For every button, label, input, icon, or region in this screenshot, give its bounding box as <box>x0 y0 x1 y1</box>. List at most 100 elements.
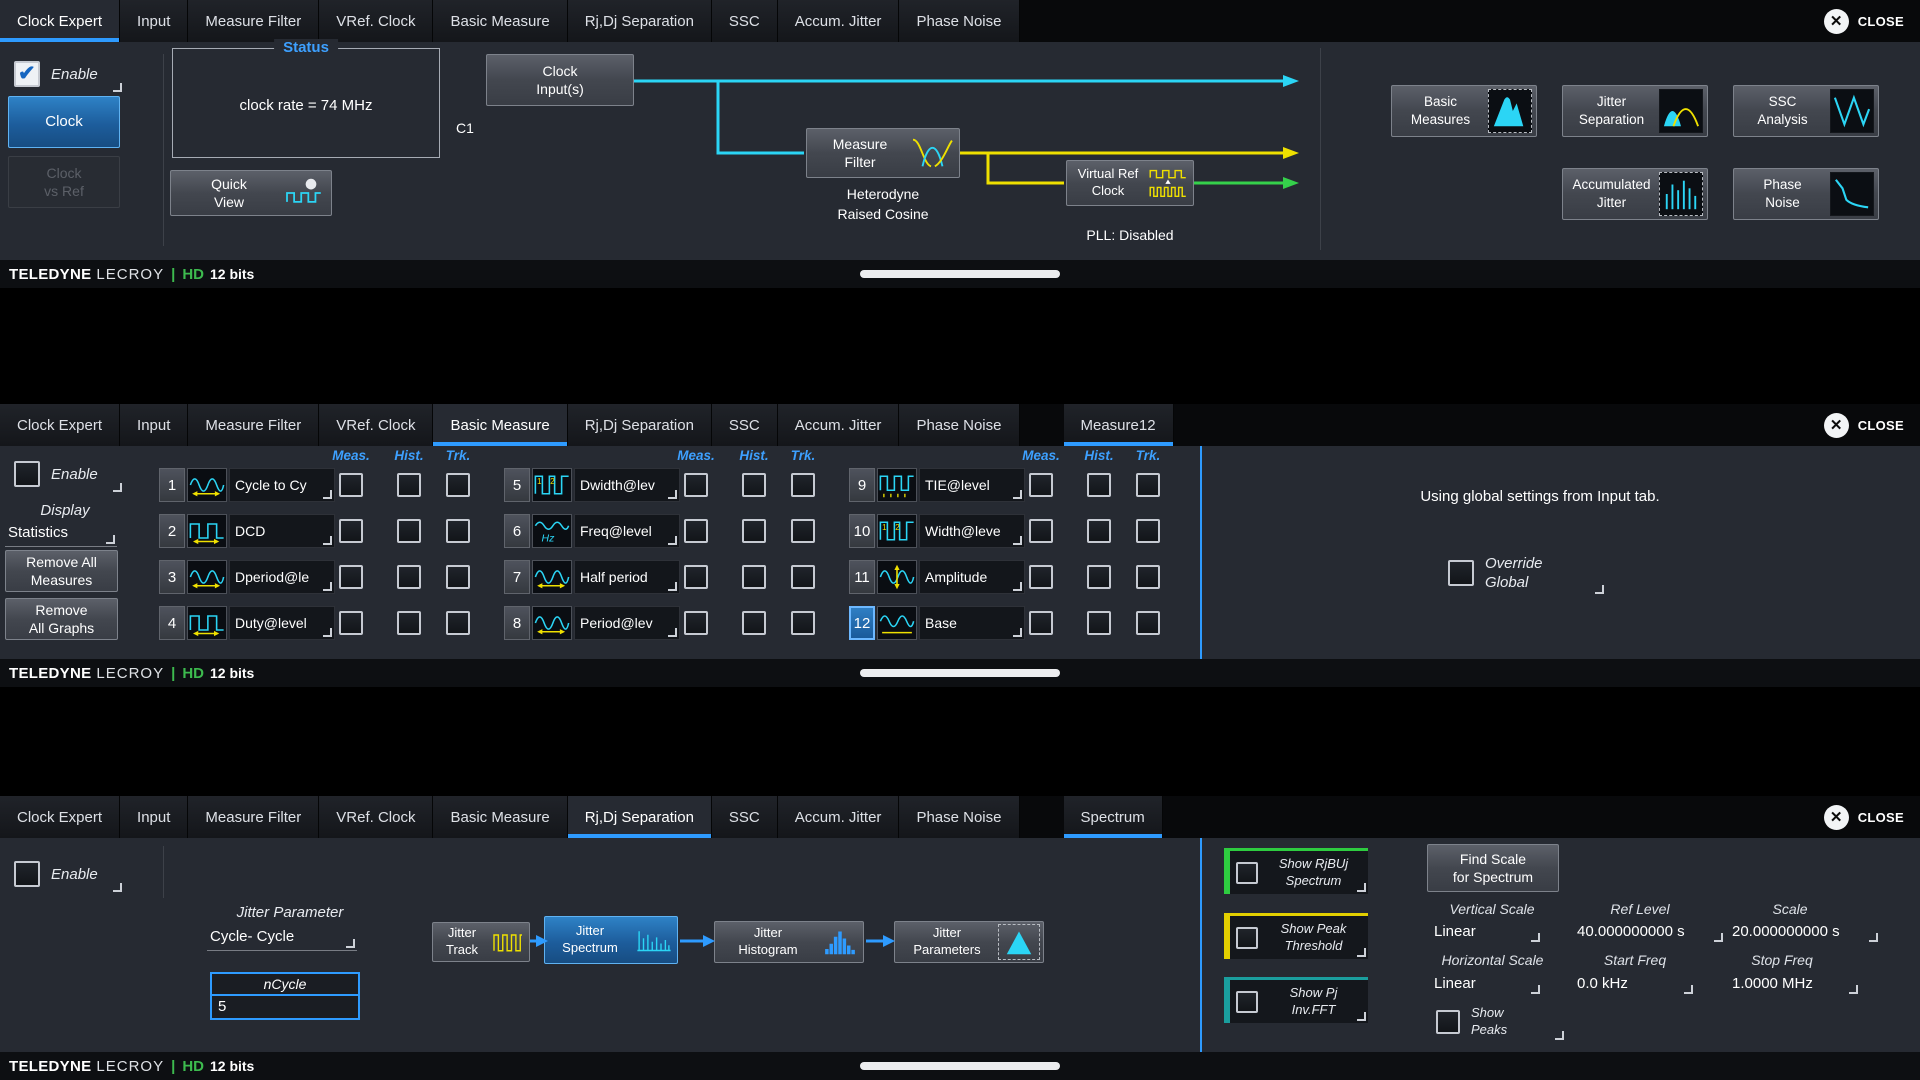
tab-accum-jitter[interactable]: Accum. Jitter <box>778 404 900 446</box>
meas-checkbox[interactable] <box>339 565 363 589</box>
trk-checkbox[interactable] <box>791 519 815 543</box>
measure-number[interactable]: 11 <box>849 560 875 594</box>
jitter-track-button[interactable]: Jitter Track <box>432 922 530 962</box>
basic-measures-button[interactable]: Basic Measures <box>1391 85 1537 137</box>
hist-checkbox[interactable] <box>1087 519 1111 543</box>
ref-level-value[interactable]: 40.000000000 s <box>1575 922 1725 944</box>
meas-checkbox[interactable] <box>1029 565 1053 589</box>
measure-number[interactable]: 3 <box>159 560 185 594</box>
tab-phase-noise[interactable]: Phase Noise <box>899 404 1019 446</box>
trk-checkbox[interactable] <box>791 611 815 635</box>
remove-all-graphs-button[interactable]: Remove All Graphs <box>5 598 118 640</box>
ssc-analysis-button[interactable]: SSC Analysis <box>1733 85 1879 137</box>
show-peak-threshold-checkbox[interactable] <box>1236 927 1258 949</box>
find-scale-button[interactable]: Find Scale for Spectrum <box>1427 844 1559 892</box>
tab-measure-filter[interactable]: Measure Filter <box>188 796 319 838</box>
measure-name-dropdown[interactable]: Period@lev <box>574 606 680 640</box>
measure-name-dropdown[interactable]: Dperiod@le <box>229 560 335 594</box>
statistics-dropdown[interactable]: Statistics <box>5 522 117 547</box>
hist-checkbox[interactable] <box>1087 565 1111 589</box>
trk-checkbox[interactable] <box>1136 519 1160 543</box>
close-icon[interactable]: ✕ <box>1824 413 1849 438</box>
measure-name-dropdown[interactable]: Cycle to Cy <box>229 468 335 502</box>
measure-name-dropdown[interactable]: Base <box>919 606 1025 640</box>
tab-basic-measure[interactable]: Basic Measure <box>433 796 567 838</box>
trk-checkbox[interactable] <box>1136 473 1160 497</box>
tab-clock-expert[interactable]: Clock Expert <box>0 404 120 446</box>
tab-rj-dj-separation[interactable]: Rj,Dj Separation <box>568 0 712 42</box>
hist-checkbox[interactable] <box>742 519 766 543</box>
tab-accum-jitter[interactable]: Accum. Jitter <box>778 796 900 838</box>
meas-checkbox[interactable] <box>684 611 708 635</box>
measure-number[interactable]: 8 <box>504 606 530 640</box>
meas-checkbox[interactable] <box>684 565 708 589</box>
tab-basic-measure[interactable]: Basic Measure <box>433 0 567 42</box>
virtual-ref-clock-button[interactable]: Virtual Ref Clock <box>1066 160 1194 206</box>
tab-measure12[interactable]: Measure12 <box>1064 404 1174 446</box>
measure-number[interactable]: 7 <box>504 560 530 594</box>
measure-number[interactable]: 10 <box>849 514 875 548</box>
measure-name-dropdown[interactable]: DCD <box>229 514 335 548</box>
ncycle-field[interactable]: nCycle 5 <box>210 972 360 1020</box>
tab-accum-jitter[interactable]: Accum. Jitter <box>778 0 900 42</box>
hist-checkbox[interactable] <box>397 611 421 635</box>
meas-checkbox[interactable] <box>1029 611 1053 635</box>
tab-ssc[interactable]: SSC <box>712 796 778 838</box>
trk-checkbox[interactable] <box>791 565 815 589</box>
scale-value[interactable]: 20.000000000 s <box>1730 922 1880 944</box>
trk-checkbox[interactable] <box>446 565 470 589</box>
trk-checkbox[interactable] <box>446 519 470 543</box>
trk-checkbox[interactable] <box>1136 611 1160 635</box>
override-global-checkbox[interactable] <box>1448 560 1474 586</box>
measure-number[interactable]: 1 <box>159 468 185 502</box>
quick-view-button[interactable]: Quick View <box>170 170 332 216</box>
horizontal-scale-dropdown[interactable]: Linear <box>1432 974 1542 996</box>
meas-checkbox[interactable] <box>339 611 363 635</box>
measure-number[interactable]: 2 <box>159 514 185 548</box>
tab-measure-filter[interactable]: Measure Filter <box>188 404 319 446</box>
enable-checkbox[interactable] <box>14 61 40 87</box>
measure-name-dropdown[interactable]: Amplitude <box>919 560 1025 594</box>
meas-checkbox[interactable] <box>339 519 363 543</box>
tab-spectrum[interactable]: Spectrum <box>1064 796 1163 838</box>
hist-checkbox[interactable] <box>742 611 766 635</box>
hist-checkbox[interactable] <box>742 565 766 589</box>
tab-ssc[interactable]: SSC <box>712 404 778 446</box>
meas-checkbox[interactable] <box>1029 473 1053 497</box>
tab-vref-clock[interactable]: VRef. Clock <box>319 0 433 42</box>
jitter-parameters-button[interactable]: Jitter Parameters <box>894 921 1044 963</box>
tab-input[interactable]: Input <box>120 796 188 838</box>
close-button[interactable]: ✕ CLOSE <box>1808 796 1920 838</box>
trk-checkbox[interactable] <box>1136 565 1160 589</box>
meas-checkbox[interactable] <box>1029 519 1053 543</box>
tab-measure-filter[interactable]: Measure Filter <box>188 0 319 42</box>
measure-name-dropdown[interactable]: Dwidth@lev <box>574 468 680 502</box>
close-button[interactable]: ✕ CLOSE <box>1808 0 1920 42</box>
measure-number[interactable]: 12 <box>849 606 875 640</box>
horizontal-scrollbar-thumb[interactable] <box>860 270 1060 278</box>
clock-vs-ref-button[interactable]: Clock vs Ref <box>8 156 120 208</box>
show-pj-inv-fft-checkbox[interactable] <box>1236 991 1258 1013</box>
vertical-scale-dropdown[interactable]: Linear <box>1432 922 1542 944</box>
tab-ssc[interactable]: SSC <box>712 0 778 42</box>
horizontal-scrollbar-thumb[interactable] <box>860 1062 1060 1070</box>
hist-checkbox[interactable] <box>397 519 421 543</box>
enable-checkbox[interactable] <box>14 861 40 887</box>
tab-clock-expert[interactable]: Clock Expert <box>0 0 120 42</box>
tab-basic-measure[interactable]: Basic Measure <box>433 404 567 446</box>
hist-checkbox[interactable] <box>742 473 766 497</box>
trk-checkbox[interactable] <box>791 473 815 497</box>
measure-number[interactable]: 6 <box>504 514 530 548</box>
measure-name-dropdown[interactable]: Width@leve <box>919 514 1025 548</box>
show-peaks-checkbox[interactable] <box>1436 1010 1460 1034</box>
measure-name-dropdown[interactable]: Freq@level <box>574 514 680 548</box>
measure-name-dropdown[interactable]: Duty@level <box>229 606 335 640</box>
tab-vref-clock[interactable]: VRef. Clock <box>319 796 433 838</box>
start-freq-value[interactable]: 0.0 kHz <box>1575 974 1695 996</box>
accumulated-jitter-button[interactable]: Accumulated Jitter <box>1562 168 1708 220</box>
horizontal-scrollbar-thumb[interactable] <box>860 669 1060 677</box>
remove-all-measures-button[interactable]: Remove All Measures <box>5 550 118 592</box>
clock-inputs-button[interactable]: Clock Input(s) <box>486 54 634 106</box>
tab-vref-clock[interactable]: VRef. Clock <box>319 404 433 446</box>
tab-input[interactable]: Input <box>120 0 188 42</box>
